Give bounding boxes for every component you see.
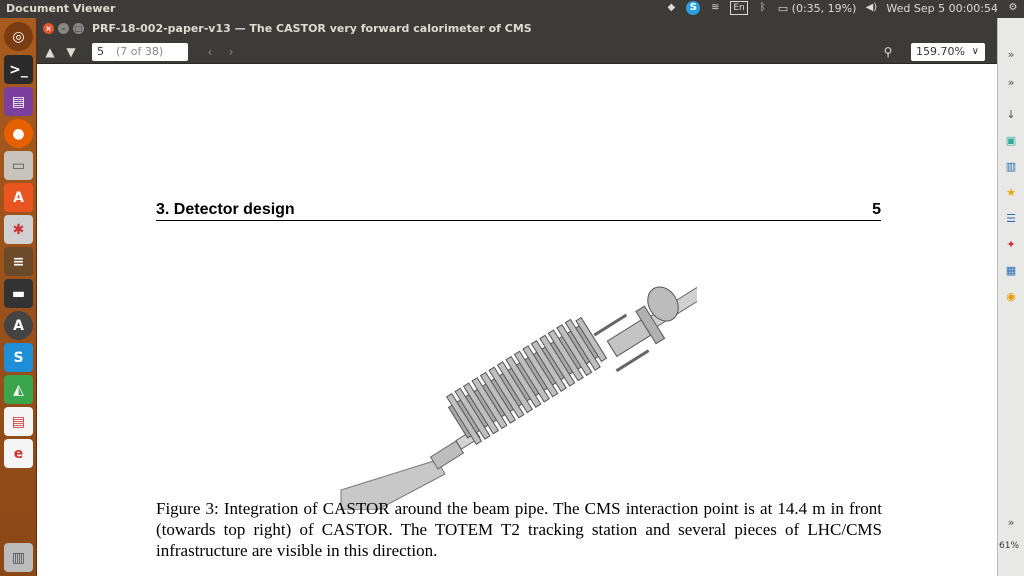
cube-icon[interactable]: ▣ bbox=[1002, 132, 1020, 150]
shapes-icon[interactable]: ✦ bbox=[1002, 236, 1020, 254]
wifi-icon[interactable]: ≋ bbox=[708, 1, 722, 15]
castor-figure bbox=[340, 273, 697, 510]
pdf-reader-icon[interactable]: e bbox=[4, 439, 33, 468]
scanner-icon[interactable]: ▬ bbox=[4, 279, 33, 308]
battery-indicator[interactable]: ▭ (0:35, 19%) bbox=[778, 2, 857, 15]
maximize-button[interactable]: □ bbox=[73, 23, 84, 34]
system-top-bar: Document Viewer ◆ S ≋ En ᛒ ▭ (0:35, 19%)… bbox=[0, 0, 1024, 18]
expand-panel-icon[interactable]: » bbox=[1002, 514, 1020, 532]
gallery-icon[interactable]: ▦ bbox=[1002, 262, 1020, 280]
close-button[interactable]: × bbox=[43, 23, 54, 34]
files-icon[interactable]: ▭ bbox=[4, 151, 33, 180]
software-updater-icon[interactable]: A bbox=[4, 311, 33, 340]
zoom-select[interactable]: 159.70% ∨ bbox=[911, 43, 985, 61]
skype-launcher-icon[interactable]: S bbox=[4, 343, 33, 372]
document-page[interactable]: 3. Detector design 5 Figure 3: Integrati… bbox=[37, 64, 997, 576]
expand-panel-icon[interactable]: » bbox=[1002, 74, 1020, 92]
page-number: 5 bbox=[872, 201, 881, 218]
figure-caption: Figure 3: Integration of CASTOR around t… bbox=[156, 499, 882, 560]
battery-status: (0:35, 19%) bbox=[791, 1, 857, 15]
page-number-value: 5 bbox=[97, 45, 104, 58]
viewer-toolbar: ▲ ▼ 5 (7 of 38) ‹ › ⚲ 159.70% ∨ bbox=[37, 40, 997, 64]
archive-icon[interactable]: ≡ bbox=[4, 247, 33, 276]
right-side-panel: » » ↓ ▣ ▥ ★ ☰ ✦ ▦ ◉ » 61% bbox=[997, 18, 1024, 576]
section-title: 3. Detector design bbox=[156, 201, 295, 218]
software-center-icon[interactable]: A bbox=[4, 183, 33, 212]
dropbox-icon[interactable]: ◆ bbox=[664, 1, 678, 15]
next-page-button[interactable]: ▼ bbox=[62, 44, 80, 60]
page-number-input[interactable]: 5 (7 of 38) bbox=[92, 43, 188, 61]
chevron-down-icon: ∨ bbox=[971, 46, 979, 57]
skype-icon[interactable]: S bbox=[686, 1, 701, 15]
indicator-area: ◆ S ≋ En ᛒ ▭ (0:35, 19%) ◀) Wed Sep 5 00… bbox=[664, 1, 1020, 15]
document-viewer-window: × – □ PRF-18-002-paper-v13 — The CASTOR … bbox=[37, 18, 997, 576]
firefox-icon[interactable]: ● bbox=[4, 119, 33, 148]
history-forward-button[interactable]: › bbox=[222, 44, 240, 60]
screenshot-app-icon[interactable]: ▤ bbox=[4, 87, 33, 116]
page-count: (7 of 38) bbox=[116, 45, 164, 58]
document-viewer-icon[interactable]: ▤ bbox=[4, 407, 33, 436]
compass-icon[interactable]: ◉ bbox=[1002, 288, 1020, 306]
expand-panel-icon[interactable]: » bbox=[1002, 46, 1020, 64]
gear-icon[interactable]: ⚙ bbox=[1006, 1, 1020, 15]
zoom-value: 159.70% bbox=[916, 45, 965, 58]
settings-icon[interactable]: ✱ bbox=[4, 215, 33, 244]
volume-icon[interactable]: ◀) bbox=[864, 1, 878, 15]
bluetooth-icon[interactable]: ᛒ bbox=[756, 1, 770, 15]
list-icon[interactable]: ☰ bbox=[1002, 210, 1020, 228]
chart-icon[interactable]: ▥ bbox=[1002, 158, 1020, 176]
window-titlebar: × – □ PRF-18-002-paper-v13 — The CASTOR … bbox=[37, 18, 997, 40]
window-title: PRF-18-002-paper-v13 — The CASTOR very f… bbox=[92, 22, 532, 35]
terminal-icon[interactable]: >_ bbox=[4, 55, 33, 84]
launcher: ◎ >_ ▤ ● ▭ A ✱ ≡ ▬ A S ◭ ▤ e ▥ bbox=[0, 18, 37, 576]
page-header: 3. Detector design 5 bbox=[156, 201, 881, 221]
trash-icon[interactable]: ▥ bbox=[4, 543, 33, 572]
image-viewer-icon[interactable]: ◭ bbox=[4, 375, 33, 404]
zoom-percent: 61% bbox=[999, 541, 1020, 551]
active-app-name: Document Viewer bbox=[6, 2, 116, 15]
navigate-icon[interactable]: ↓ bbox=[1002, 106, 1020, 124]
keyboard-layout-indicator[interactable]: En bbox=[730, 1, 748, 15]
star-icon[interactable]: ★ bbox=[1002, 184, 1020, 202]
history-back-button[interactable]: ‹ bbox=[201, 44, 219, 60]
search-icon[interactable]: ⚲ bbox=[879, 44, 897, 60]
minimize-button[interactable]: – bbox=[58, 23, 69, 34]
clock[interactable]: Wed Sep 5 00:00:54 bbox=[886, 2, 998, 15]
ubuntu-dash-icon[interactable]: ◎ bbox=[4, 22, 33, 51]
previous-page-button[interactable]: ▲ bbox=[41, 44, 59, 60]
